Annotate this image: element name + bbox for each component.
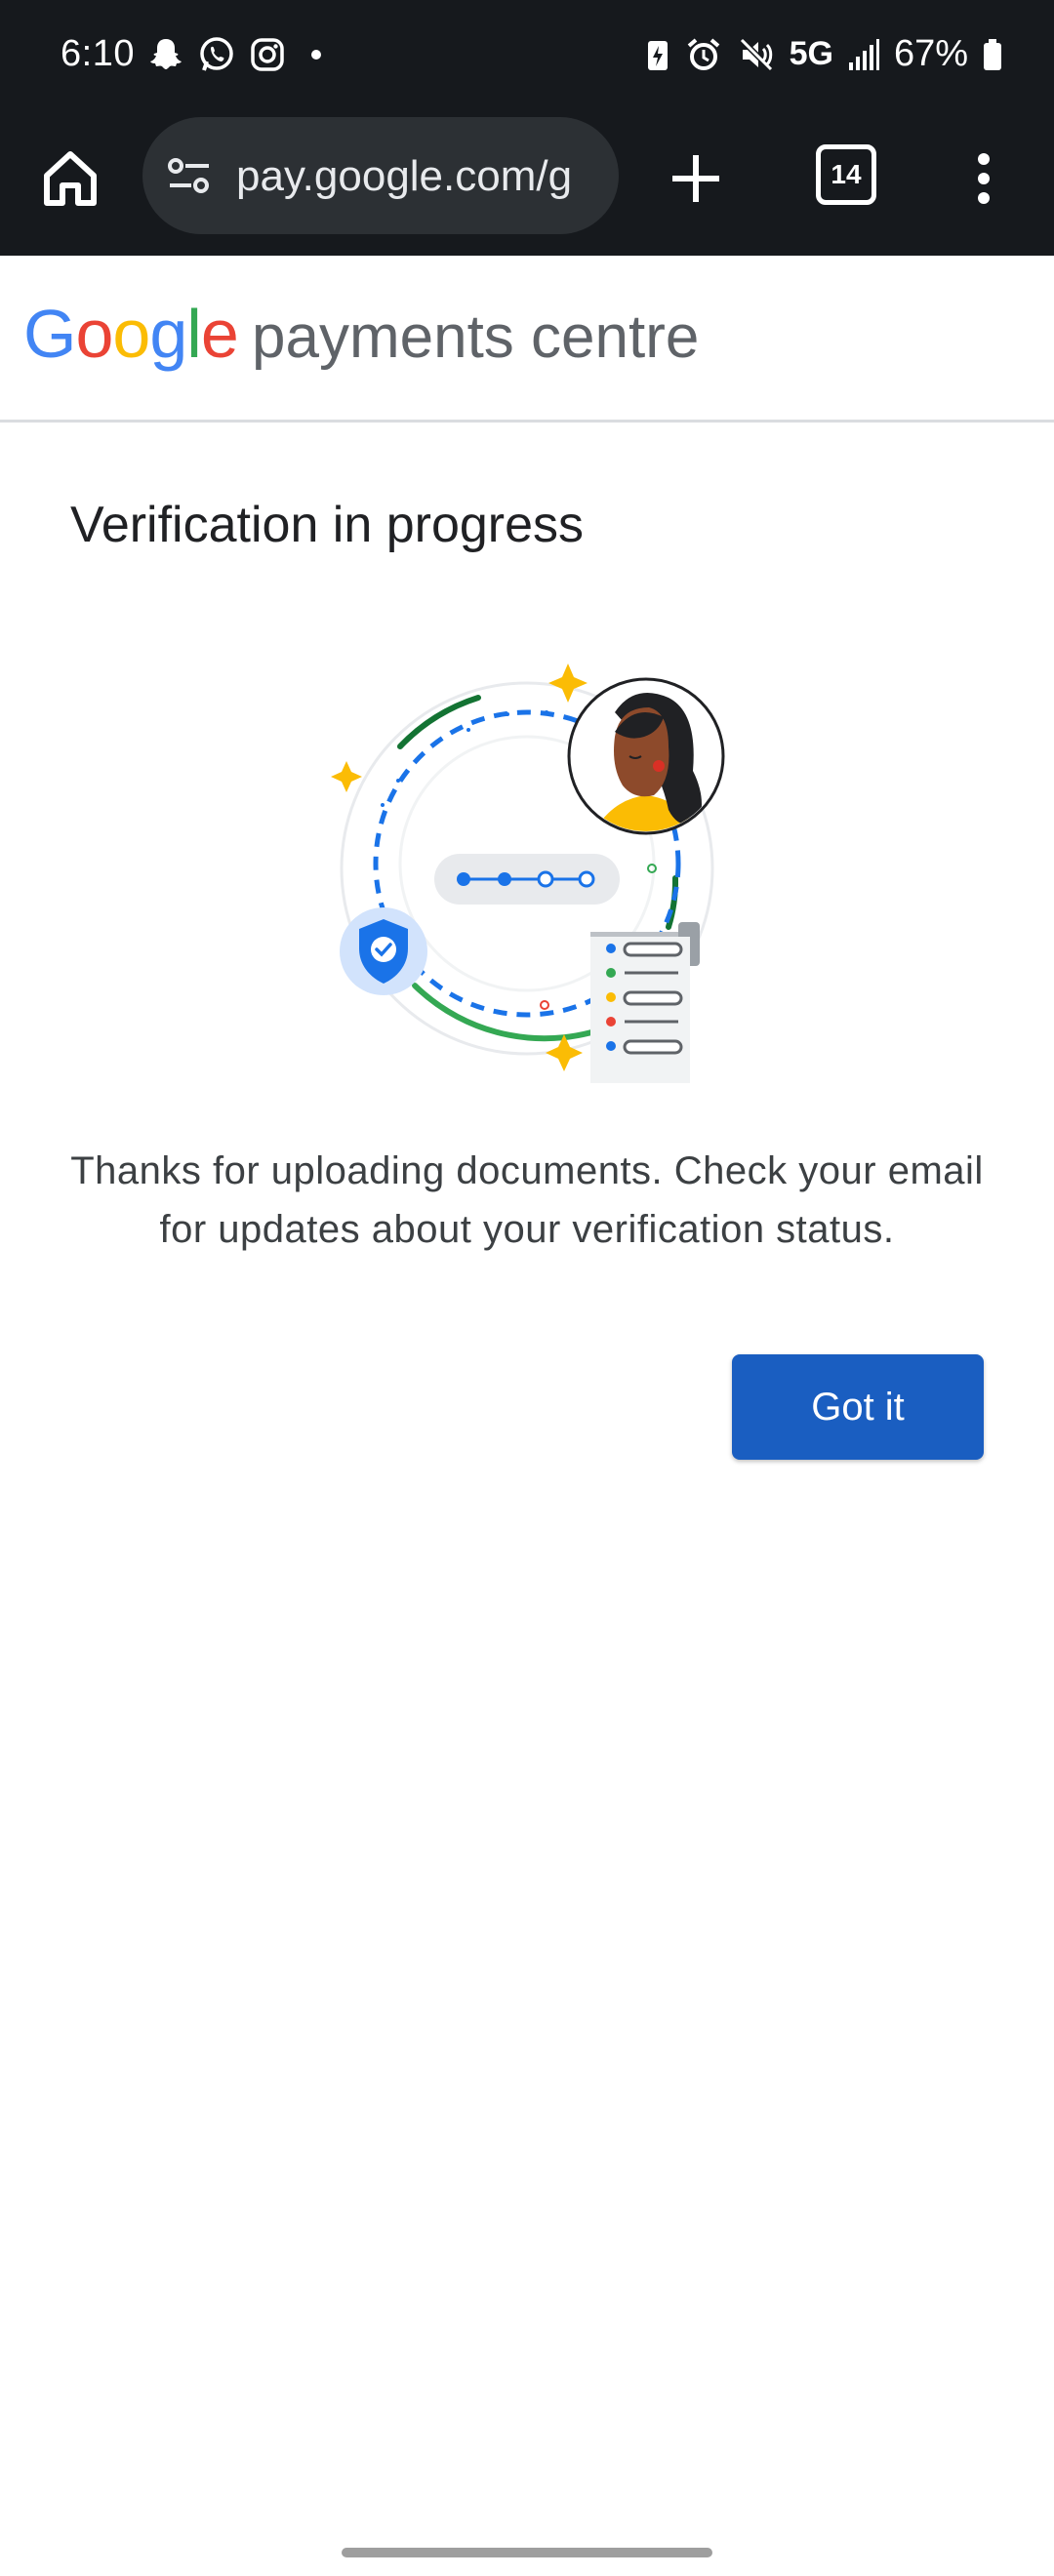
notification-icons: [146, 35, 328, 74]
status-time: 6:10: [61, 33, 135, 74]
battery-percent: 67%: [893, 33, 968, 74]
browser-toolbar: pay.google.com/g 14: [0, 113, 1054, 258]
mute-icon: [739, 37, 773, 71]
battery-icon: [984, 38, 1001, 70]
new-tab-button[interactable]: [660, 142, 732, 215]
page-header: Google payments centre: [0, 256, 1054, 423]
snapchat-icon: [150, 39, 182, 69]
verification-message: Thanks for uploading documents. Check yo…: [70, 1149, 984, 1251]
alarm-icon: [687, 37, 719, 70]
tab-switcher-button[interactable]: 14: [816, 144, 876, 205]
gesture-bar[interactable]: [342, 2548, 712, 2557]
network-type: 5G: [789, 35, 833, 72]
signal-icon: [848, 38, 879, 70]
url-text[interactable]: pay.google.com/g: [236, 152, 572, 201]
dot-icon: [311, 50, 321, 60]
verification-illustration: [331, 664, 725, 1083]
header-title: payments centre: [252, 303, 700, 371]
plus-icon: [672, 155, 719, 202]
more-vert-icon: [978, 153, 990, 204]
overflow-menu-button[interactable]: [966, 142, 1001, 215]
instagram-icon: [251, 38, 284, 71]
status-bar: 6:10 5G 67%: [0, 0, 1054, 113]
got-it-button[interactable]: Got it: [732, 1354, 984, 1460]
system-status: 5G 67%: [645, 33, 1003, 75]
home-icon: [44, 151, 97, 206]
site-settings-icon[interactable]: [166, 156, 213, 195]
google-logo[interactable]: Google: [23, 295, 239, 373]
home-button[interactable]: [35, 142, 105, 213]
page-title: Verification in progress: [70, 497, 585, 553]
whatsapp-icon: [200, 37, 233, 71]
battery-saver-icon: [647, 40, 668, 70]
address-bar[interactable]: pay.google.com/g: [142, 117, 619, 234]
